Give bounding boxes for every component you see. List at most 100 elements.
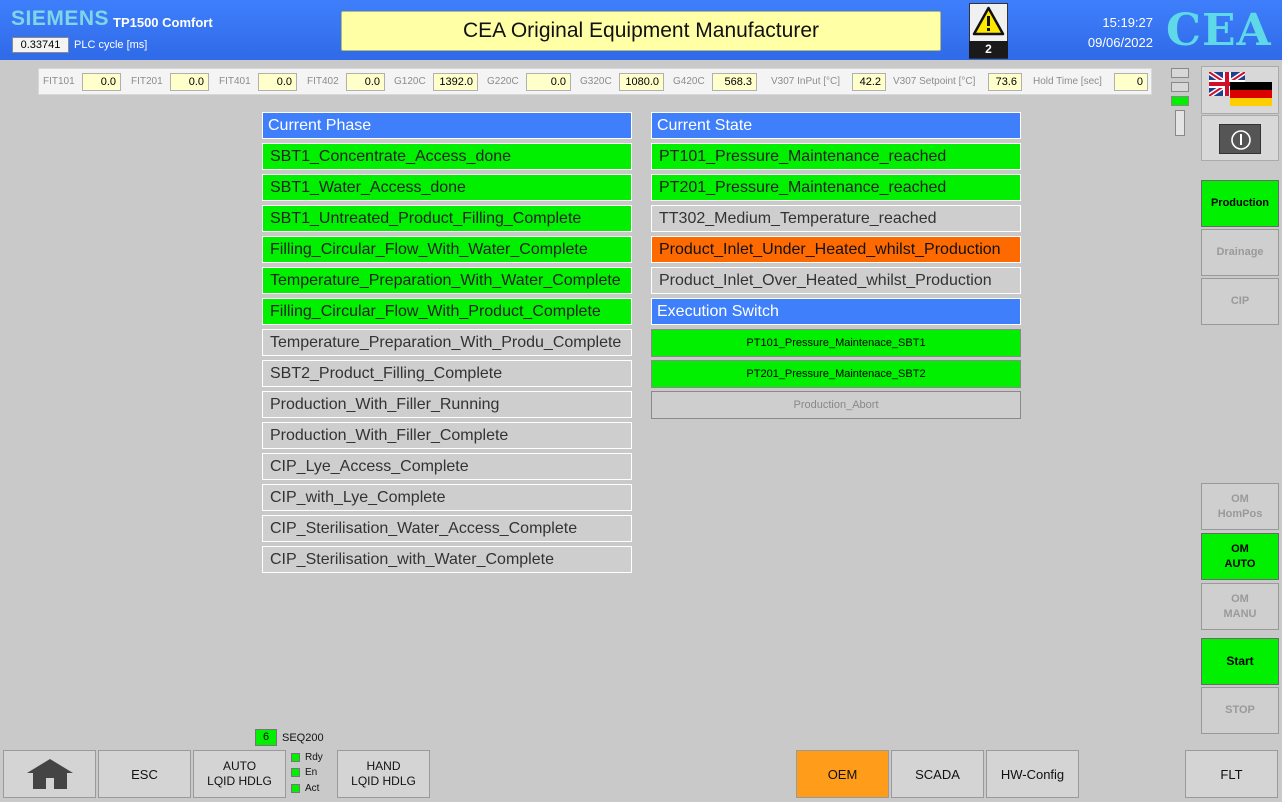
sensor-value: 568.3 — [712, 73, 757, 91]
phase-row: Production_With_Filler_Complete — [262, 422, 632, 449]
plc-cycle-label: PLC cycle [ms] — [74, 39, 148, 51]
oem-button[interactable]: OEM — [796, 750, 889, 798]
act-led — [291, 784, 300, 793]
state-row: Product_Inlet_Over_Heated_whilst_Product… — [651, 267, 1021, 294]
clock-date: 09/06/2022 — [1087, 35, 1153, 50]
cip-button-label: CIP — [1230, 295, 1250, 307]
act-label: Act — [305, 783, 320, 794]
hand-liquid-handling-button[interactable]: HAND LQID HDLG — [337, 750, 430, 798]
status-indicator-active — [1171, 96, 1189, 106]
phase-row: CIP_Sterilisation_Water_Access_Complete — [262, 515, 632, 542]
scada-button-label: SCADA — [915, 766, 960, 782]
rdy-label: Rdy — [305, 752, 323, 763]
fault-button[interactable]: FLT — [1185, 750, 1278, 798]
om-manu-button[interactable]: OM MANU — [1201, 583, 1279, 630]
om-manu-line1: OM — [1231, 592, 1249, 605]
en-label: En — [305, 767, 318, 778]
execution-switch-header: Execution Switch — [651, 298, 1021, 325]
current-phase-header: Current Phase — [262, 112, 632, 139]
auto-line2: LQID HDLG — [207, 774, 272, 788]
phase-row: SBT1_Water_Access_done — [262, 174, 632, 201]
home-icon — [26, 759, 73, 789]
status-indicator — [1171, 68, 1189, 78]
scada-button[interactable]: SCADA — [891, 750, 984, 798]
panel-model: TP1500 Comfort — [113, 15, 213, 30]
scroll-indicator — [1175, 110, 1185, 136]
sensor-value: 0.0 — [526, 73, 571, 91]
language-button[interactable] — [1201, 66, 1279, 114]
execution-switch-button[interactable]: Production_Abort — [651, 391, 1021, 419]
sensor-value: 0.0 — [258, 73, 297, 91]
phase-row: Production_With_Filler_Running — [262, 391, 632, 418]
stop-button[interactable]: STOP — [1201, 687, 1279, 734]
cip-button[interactable]: CIP — [1201, 278, 1279, 325]
state-row: Product_Inlet_Under_Heated_whilst_Produc… — [651, 236, 1021, 263]
auto-liquid-handling-button[interactable]: AUTO LQID HDLG — [193, 750, 286, 798]
sensor-value: 1392.0 — [433, 73, 478, 91]
stop-button-label: STOP — [1225, 704, 1255, 716]
rdy-led — [291, 753, 300, 762]
page-title: CEA Original Equipment Manufacturer — [341, 11, 941, 51]
power-button[interactable] — [1201, 115, 1279, 161]
sensor-value: 0.0 — [170, 73, 209, 91]
sensor-label: V307 InPut [°C] — [771, 76, 841, 87]
state-row: PT101_Pressure_Maintenance_reached — [651, 143, 1021, 170]
alarm-count-badge: 2 — [969, 41, 1008, 58]
drainage-button-label: Drainage — [1216, 246, 1264, 258]
production-button-label: Production — [1210, 197, 1270, 209]
sensor-label: G420C — [673, 76, 705, 87]
execution-switch-button[interactable]: PT101_Pressure_Maintenace_SBT1 — [651, 329, 1021, 357]
seq-step-number: 6 — [255, 729, 277, 746]
esc-button[interactable]: ESC — [98, 750, 191, 798]
phase-row: Filling_Circular_Flow_With_Product_Compl… — [262, 298, 632, 325]
fault-button-label: FLT — [1220, 766, 1243, 782]
sensor-label: G320C — [580, 76, 612, 87]
state-row: PT201_Pressure_Maintenance_reached — [651, 174, 1021, 201]
sensor-value: 0.0 — [346, 73, 385, 91]
phase-row: SBT2_Product_Filling_Complete — [262, 360, 632, 387]
en-led — [291, 768, 300, 777]
oem-button-label: OEM — [827, 766, 858, 782]
german-flag-icon — [1230, 82, 1272, 106]
om-auto-button[interactable]: OM AUTO — [1201, 533, 1279, 580]
om-manu-line2: MANU — [1223, 607, 1257, 620]
hw-config-button[interactable]: HW-Config — [986, 750, 1079, 798]
om-auto-line1: OM — [1231, 542, 1249, 555]
phase-row: Temperature_Preparation_With_Produ_Compl… — [262, 329, 632, 356]
phase-row: Filling_Circular_Flow_With_Water_Complet… — [262, 236, 632, 263]
phase-row: CIP_Lye_Access_Complete — [262, 453, 632, 480]
sensor-label: V307 Setpoint [°C] — [893, 76, 976, 87]
start-button[interactable]: Start — [1201, 638, 1279, 685]
hw-config-button-label: HW-Config — [1000, 766, 1065, 782]
sensor-value: 0.0 — [82, 73, 121, 91]
seq-label: SEQ200 — [282, 732, 324, 744]
om-hompos-line2: HomPos — [1217, 507, 1263, 520]
sensor-bar: FIT101 0.0 FIT201 0.0 FIT401 0.0 FIT402 … — [38, 68, 1152, 95]
phase-row: CIP_with_Lye_Complete — [262, 484, 632, 511]
phase-row: SBT1_Concentrate_Access_done — [262, 143, 632, 170]
sensor-label: FIT201 — [131, 76, 163, 87]
sensor-label: FIT402 — [307, 76, 339, 87]
om-hompos-button[interactable]: OM HomPos — [1201, 483, 1279, 530]
production-button[interactable]: Production — [1201, 180, 1279, 227]
hand-line2: LQID HDLG — [351, 774, 416, 788]
sensor-value: 42.2 — [852, 73, 886, 91]
plc-cycle-value: 0.33741 — [12, 37, 69, 53]
execution-switch-button[interactable]: PT201_Pressure_Maintenace_SBT2 — [651, 360, 1021, 388]
om-auto-line2: AUTO — [1224, 557, 1256, 570]
power-icon-frame — [1219, 124, 1261, 154]
sensor-label: Hold Time [sec] — [1033, 76, 1102, 87]
home-button[interactable] — [3, 750, 96, 798]
current-state-header: Current State — [651, 112, 1021, 139]
phase-row: SBT1_Untreated_Product_Filling_Complete — [262, 205, 632, 232]
drainage-button[interactable]: Drainage — [1201, 229, 1279, 276]
status-indicator — [1171, 82, 1189, 92]
om-hompos-line1: OM — [1231, 492, 1249, 505]
sensor-value: 1080.0 — [619, 73, 664, 91]
sensor-value: 73.6 — [988, 73, 1022, 91]
clock-time: 15:19:27 — [1102, 15, 1153, 30]
sensor-value: 0 — [1114, 73, 1148, 91]
sensor-label: FIT101 — [43, 76, 75, 87]
esc-button-label: ESC — [131, 766, 158, 782]
hand-line1: HAND — [366, 759, 401, 773]
